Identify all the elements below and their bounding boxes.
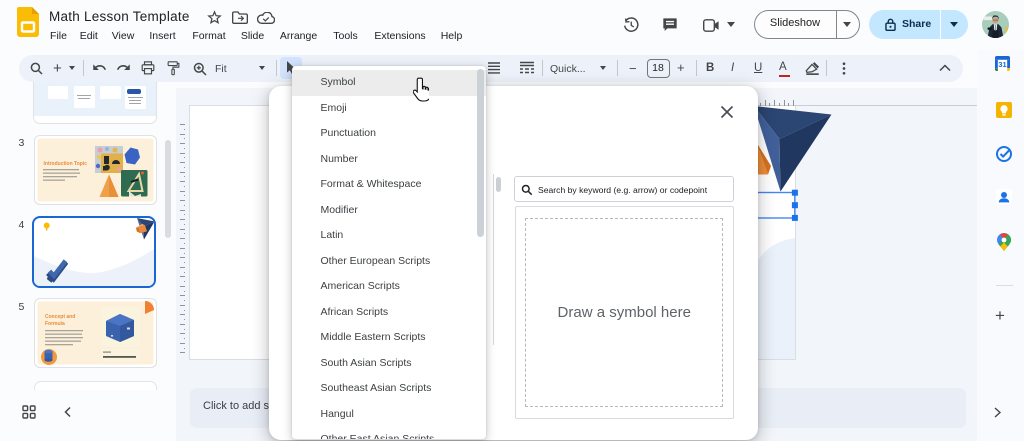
- svg-text:Formula: Formula: [45, 321, 65, 327]
- svg-text:Introduction Topic: Introduction Topic: [43, 161, 87, 167]
- svg-text:Concept and: Concept and: [45, 314, 75, 320]
- svg-text:31: 31: [998, 59, 1006, 68]
